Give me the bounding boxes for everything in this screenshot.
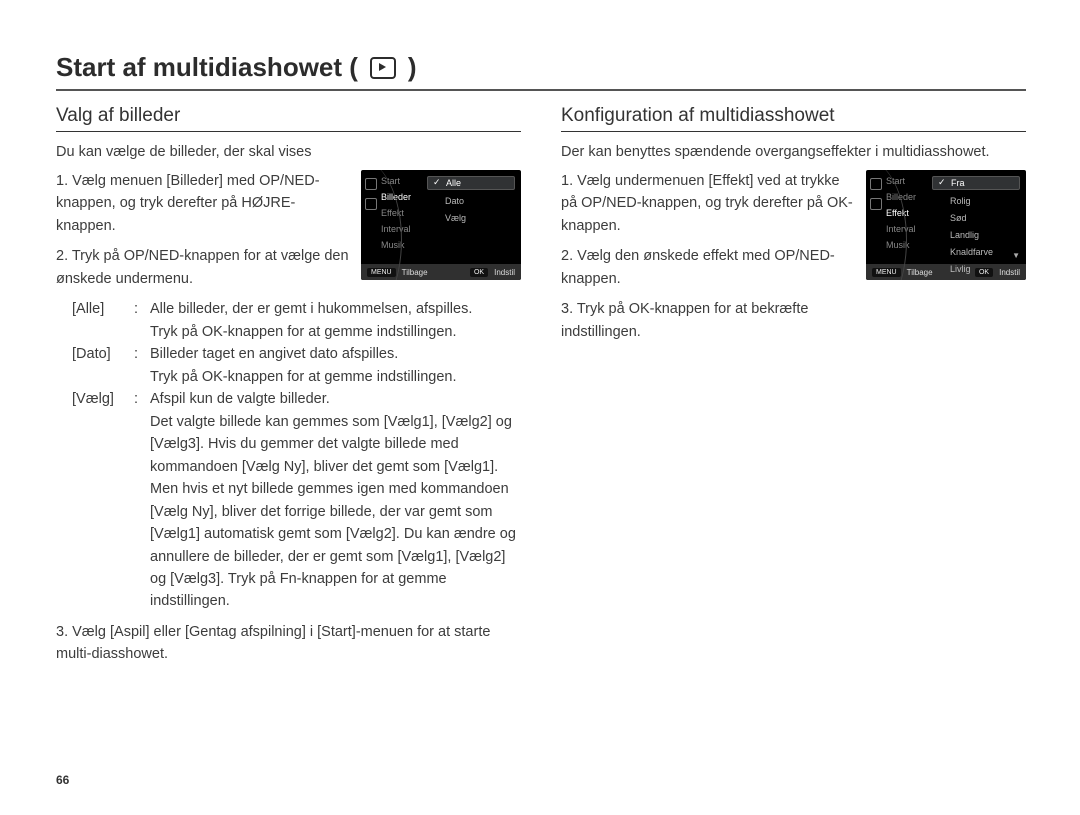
right-column: Konfiguration af multidiasshowet Der kan…	[561, 105, 1026, 680]
left-step-3: 3. Vælg [Aspil] eller [Gentag afspilning…	[56, 621, 521, 666]
left-step-1: 1. Vælg menuen [Billeder] med OP/NED-kna…	[56, 170, 351, 237]
bar-ok-btn: OK	[470, 268, 488, 277]
right-intro: Der kan benyttes spændende overgangseffe…	[561, 144, 1026, 160]
opt-livlig: Livlig	[932, 263, 1020, 275]
left-heading: Valg af billeder	[56, 105, 521, 132]
bar-back-label: Tilbage	[402, 268, 428, 277]
opt-sod: Sød	[932, 212, 1020, 224]
page-number: 66	[56, 773, 69, 787]
def-alle-term: [Alle]	[72, 298, 128, 343]
def-vaelg-desc: Afspil kun de valgte billeder.	[150, 391, 330, 407]
def-vaelg-term: [Vælg]	[72, 388, 128, 613]
definition-table: [Alle] : Alle billeder, der er gemt i hu…	[72, 298, 521, 613]
right-step-2: 2. Vælg den ønskede effekt med OP/NED-kn…	[561, 245, 856, 290]
page-title: Start af multidiashowet (	[56, 52, 358, 83]
right-heading: Konfiguration af multidiasshowet	[561, 105, 1026, 132]
camera-mode-icon	[365, 198, 377, 210]
play-mode-icon	[365, 178, 377, 190]
right-menu-screenshot: Start Billeder Effekt Interval Musik ▲ F…	[866, 170, 1026, 280]
bar-set-label: Indstil	[494, 268, 515, 277]
def-dato-term: [Dato]	[72, 343, 128, 388]
def-dato-desc: Billeder taget en angivet dato afspilles…	[150, 346, 398, 362]
def-alle-desc: Alle billeder, der er gemt i hukommelsen…	[150, 301, 472, 317]
opt-landlig: Landlig	[932, 229, 1020, 241]
right-step-1: 1. Vælg undermenuen [Effekt] ved at tryk…	[561, 170, 856, 237]
chevron-down-icon: ▼	[1012, 251, 1020, 260]
opt-dato: Dato	[427, 195, 515, 207]
left-menu-screenshot: Start Billeder Effekt Interval Musik All…	[361, 170, 521, 280]
opt-fra: Fra	[932, 176, 1020, 190]
bar-back-label: Tilbage	[907, 268, 933, 277]
left-column: Valg af billeder Du kan vælge de billede…	[56, 105, 521, 680]
slideshow-icon	[370, 57, 396, 79]
opt-knaldfarve: Knaldfarve	[932, 246, 1020, 258]
left-step-2: 2. Tryk på OP/NED-knappen for at vælge d…	[56, 245, 351, 290]
opt-rolig: Rolig	[932, 195, 1020, 207]
def-dato-note: Tryk på OK-knappen for at gemme indstill…	[150, 369, 457, 385]
opt-alle: Alle	[427, 176, 515, 190]
page-title-row: Start af multidiashowet ( )	[56, 52, 1026, 91]
def-vaelg-long: Det valgte billede kan gemmes som [Vælg1…	[150, 414, 516, 610]
right-step-3: 3. Tryk på OK-knappen for at bekræfte in…	[561, 298, 856, 343]
page-title-close: )	[408, 52, 417, 83]
left-intro: Du kan vælge de billeder, der skal vises	[56, 144, 521, 160]
camera-mode-icon	[870, 198, 882, 210]
opt-vaelg: Vælg	[427, 212, 515, 224]
play-mode-icon	[870, 178, 882, 190]
def-alle-note: Tryk på OK-knappen for at gemme indstill…	[150, 324, 457, 340]
